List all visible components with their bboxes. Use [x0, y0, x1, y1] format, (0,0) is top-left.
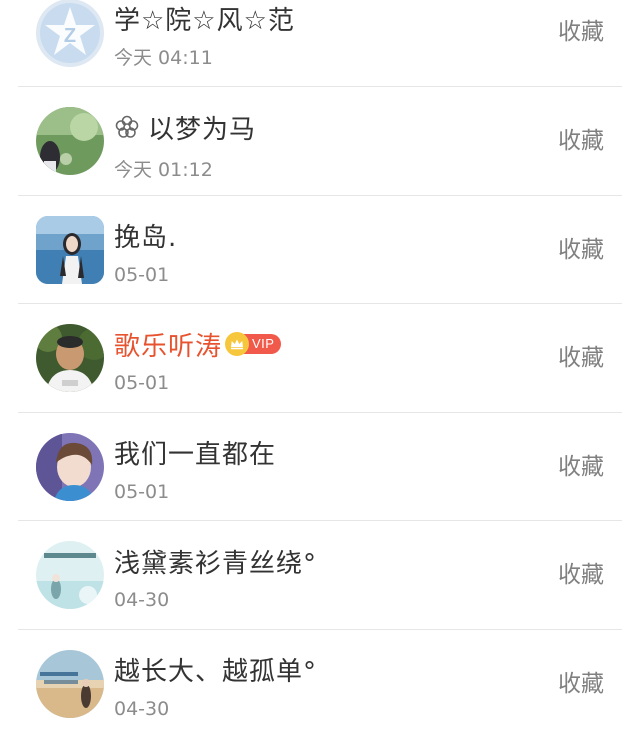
- avatar[interactable]: [36, 433, 104, 501]
- list-item[interactable]: 越长大、越孤单° 04-30 收藏: [0, 630, 640, 738]
- avatar[interactable]: [36, 107, 104, 175]
- favorite-button[interactable]: 收藏: [558, 342, 604, 374]
- timestamp: 04-30: [114, 698, 169, 720]
- timestamp: 05-01: [114, 372, 169, 394]
- contact-name: 歌乐听涛: [114, 326, 222, 363]
- list-item[interactable]: 我们一直都在 05-01 收藏: [0, 413, 640, 522]
- favorite-button[interactable]: 收藏: [558, 559, 604, 591]
- crown-icon: [225, 332, 249, 356]
- favorite-button[interactable]: 收藏: [558, 668, 604, 700]
- vip-badge: VIP: [225, 332, 281, 356]
- avatar[interactable]: Z: [36, 0, 104, 67]
- contact-name: 越长大、越孤单°: [114, 651, 317, 688]
- timestamp: 05-01: [114, 481, 169, 503]
- timestamp: 05-01: [114, 264, 169, 286]
- favorite-button[interactable]: 收藏: [558, 234, 604, 266]
- timestamp: 今天 01:12: [114, 155, 213, 182]
- contact-name: 我们一直都在: [114, 434, 276, 471]
- avatar[interactable]: [36, 216, 104, 284]
- avatar[interactable]: [36, 650, 104, 718]
- list-item[interactable]: 挽岛. 05-01 收藏: [0, 196, 640, 305]
- timestamp: 04-30: [114, 589, 169, 611]
- friend-list: Z 学☆院☆风☆范 今天 04:11 收藏: [0, 0, 640, 737]
- svg-text:Z: Z: [64, 25, 76, 47]
- favorite-button[interactable]: 收藏: [558, 125, 604, 157]
- avatar[interactable]: [36, 541, 104, 609]
- contact-name: 学☆院☆风☆范: [114, 0, 295, 37]
- list-item[interactable]: 浅黛素衫青丝绕° 04-30 收藏: [0, 521, 640, 630]
- contact-name: 浅黛素衫青丝绕°: [114, 543, 317, 580]
- contact-name: 挽岛.: [114, 217, 177, 254]
- timestamp: 今天 04:11: [114, 43, 213, 70]
- list-item[interactable]: 以梦为马 今天 01:12 收藏: [0, 87, 640, 196]
- contact-name: 以梦为马: [148, 109, 256, 146]
- favorite-button[interactable]: 收藏: [558, 451, 604, 483]
- list-item[interactable]: 歌乐听涛 VIP 05-01 收藏: [0, 304, 640, 413]
- favorite-button[interactable]: 收藏: [558, 16, 604, 48]
- avatar[interactable]: [36, 324, 104, 392]
- flower-icon: [114, 114, 140, 140]
- list-item[interactable]: Z 学☆院☆风☆范 今天 04:11 收藏: [0, 0, 640, 87]
